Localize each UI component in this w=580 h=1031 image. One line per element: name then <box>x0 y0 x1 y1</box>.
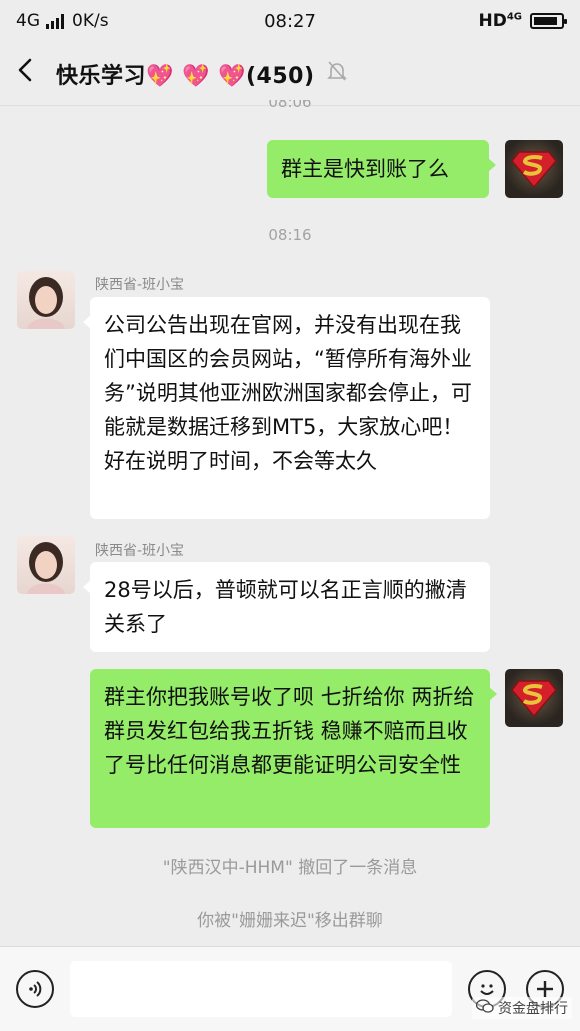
timestamp-partial: 08:06 <box>268 100 312 111</box>
message-text: 群主你把我账号收了呗 七折给你 两折给群员发红包给我五折钱 稳赚不赔而且收了号比… <box>104 685 475 777</box>
sender-name: 陕西省-班小宝 <box>95 543 185 559</box>
system-message: "陕西汉中-HHM" 撤回了一条消息 <box>162 858 418 878</box>
message-text: 28号以后，普顿就可以名正言顺的撇清关系了 <box>104 578 467 636</box>
chat-title: 快乐学习💖 💖 💖(450) <box>56 63 315 89</box>
timestamp: 08:16 <box>268 226 312 244</box>
message-bubble-sent[interactable]: 群主你把我账号收了呗 七折给你 两折给群员发红包给我五折钱 稳赚不赔而且收了号比… <box>90 669 497 828</box>
superman-logo-icon <box>511 151 557 189</box>
status-bar: 4G 0K/s 08:27 HD4G <box>0 0 580 42</box>
message-bubble-sent[interactable]: 群主是快到账了么 <box>267 140 496 198</box>
wechat-icon <box>475 999 494 1017</box>
network-speed: 0K/s <box>72 11 109 31</box>
message-text: 群主是快到账了么 <box>281 157 449 181</box>
message-bubble-received[interactable]: 28号以后，普顿就可以名正言顺的撇清关系了 <box>83 562 490 652</box>
hd-label: HD4G <box>478 11 522 31</box>
my-avatar[interactable] <box>505 140 563 198</box>
system-message: 你被"姗姗来迟"移出群聊 <box>197 911 383 931</box>
message-bubble-received[interactable]: 公司公告出现在官网，并没有出现在我们中国区的会员网站，“暂停所有海外业务”说明其… <box>83 297 490 519</box>
battery-level <box>534 17 558 25</box>
battery-icon <box>530 13 567 29</box>
status-right: HD4G <box>478 11 567 31</box>
person-avatar-icon <box>27 542 65 594</box>
message-text: 公司公告出现在官网，并没有出现在我们中国区的会员网站，“暂停所有海外业务”说明其… <box>104 313 472 473</box>
signal-icon <box>46 13 64 29</box>
status-left: 4G 0K/s <box>16 11 109 31</box>
sender-avatar[interactable] <box>17 536 75 594</box>
voice-icon[interactable] <box>16 970 54 1008</box>
watermark: 资金盘排行 <box>472 997 572 1019</box>
sender-avatar[interactable] <box>17 271 75 329</box>
bell-off-icon <box>326 60 347 87</box>
message-input[interactable] <box>70 961 452 1017</box>
person-avatar-icon <box>27 277 65 329</box>
sender-name: 陕西省-班小宝 <box>95 277 185 293</box>
network-label: 4G <box>16 11 40 31</box>
watermark-text: 资金盘排行 <box>498 1001 568 1017</box>
my-avatar[interactable] <box>505 669 563 727</box>
input-bar: 资金盘排行 <box>0 946 580 1031</box>
chat-header: 快乐学习💖 💖 💖(450) <box>0 42 580 106</box>
back-icon[interactable] <box>16 56 56 91</box>
superman-logo-icon <box>511 680 557 718</box>
